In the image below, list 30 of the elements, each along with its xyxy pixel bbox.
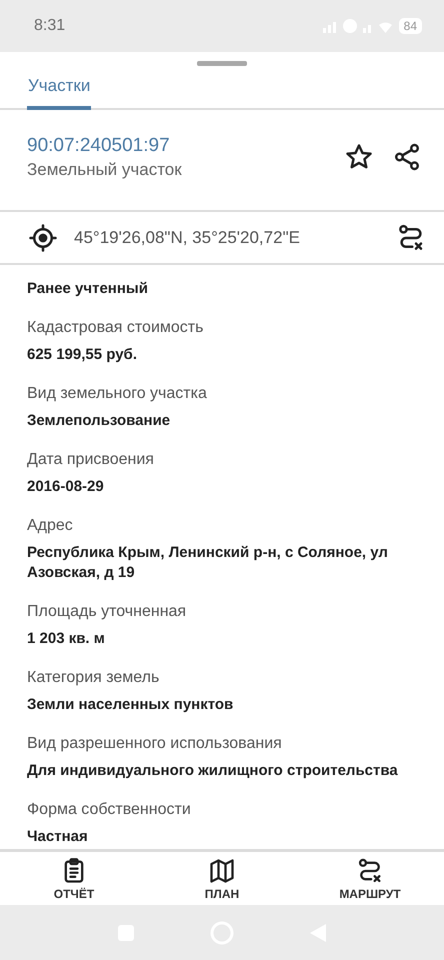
field-value: Республика Крым, Ленинский р-н, с Соляное, ул Азовская, д 19 [27, 543, 389, 583]
field-label: Вид земельного участка [27, 384, 208, 404]
nav-button[interactable]: МАРШРУТ [296, 852, 444, 905]
field-label: Вид разрешенного использования [27, 734, 283, 754]
clock: 8:31 [34, 17, 66, 35]
field-label: Дата присвоения [27, 450, 155, 470]
drag-handle[interactable] [197, 61, 247, 66]
field-label: Категория земель [27, 668, 160, 688]
field-label: Адрес [27, 516, 74, 536]
field-value: Землепользование [27, 411, 172, 431]
location-icon[interactable] [28, 222, 58, 252]
field-value: Для индивидуального жилищного строительства [27, 761, 399, 781]
field-value: Земли населенных пунктов [27, 695, 234, 715]
tab[interactable]: Участки [27, 66, 92, 110]
field-value: 625 199,55 руб. [27, 345, 138, 365]
field-label: Форма собственности [27, 800, 192, 820]
battery-level: 84 [398, 18, 422, 34]
field-label: Кадастровая стоимость [27, 318, 204, 338]
plan-icon [208, 856, 236, 884]
field-value: 2016-08-29 [27, 477, 105, 497]
nav-button[interactable]: ОТЧЁТ [0, 852, 148, 905]
field-value: Ранее учтенный [27, 279, 149, 299]
nav-button[interactable]: ПЛАН [148, 852, 296, 905]
field-label: Площадь уточненная [27, 602, 188, 622]
parcel-number: 90:07:240501:97 [27, 134, 171, 158]
parcel-type: Земельный участок [27, 159, 183, 181]
coordinates: 45°19'26,08"N, 35°25'20,72"E [74, 228, 301, 248]
field-value: Частная [27, 827, 89, 847]
share-icon[interactable] [392, 142, 422, 172]
field-value: 1 203 кв. м [27, 629, 106, 649]
